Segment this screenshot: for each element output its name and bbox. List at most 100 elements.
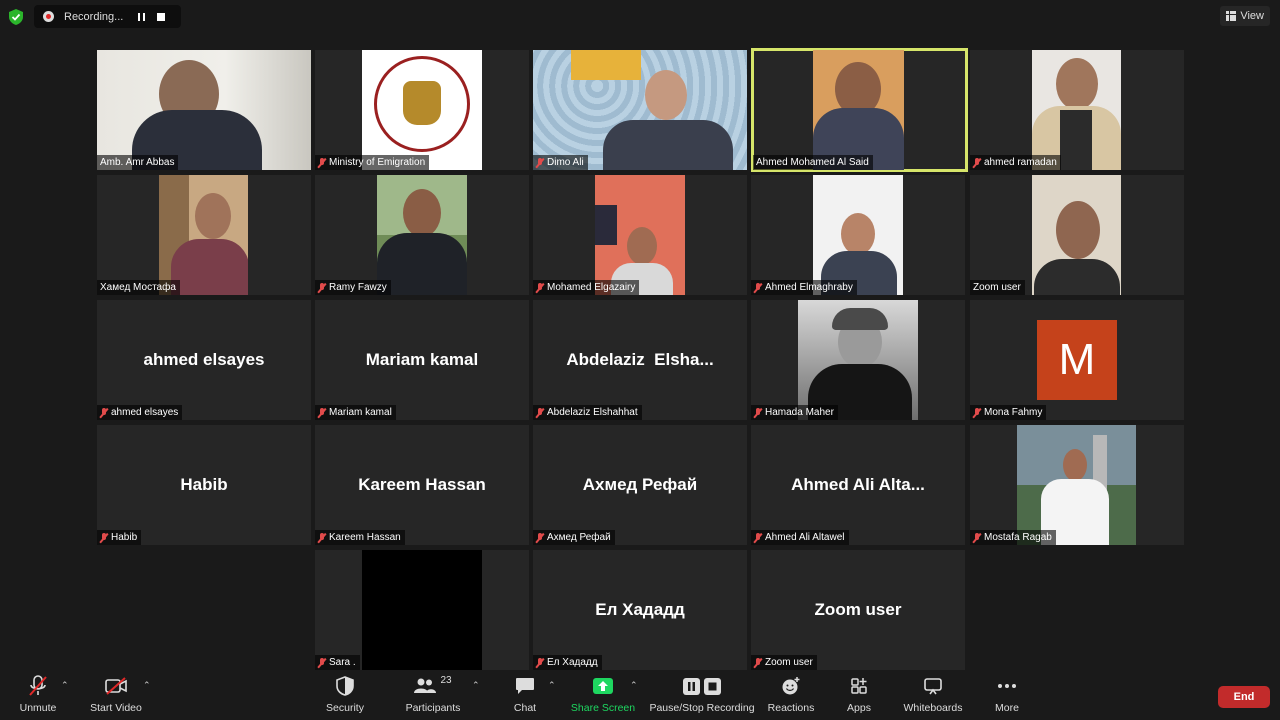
pause-icon <box>137 12 145 21</box>
video-tile[interactable]: Zoom user <box>970 175 1184 295</box>
video-tile[interactable]: Хамед Мостафа <box>97 175 311 295</box>
video-tile[interactable]: Mostafa Ragab <box>970 425 1184 545</box>
video-tile[interactable]: Ахмед Рефай Ахмед Рефай <box>533 425 747 545</box>
share-screen-icon <box>593 678 613 694</box>
video-tile[interactable]: Mohamed Elgazairy <box>533 175 747 295</box>
smiley-plus-icon <box>782 677 800 695</box>
video-tile[interactable]: Mariam kamal Mariam kamal <box>315 300 529 420</box>
video-tile[interactable]: ahmed ramadan <box>970 50 1184 170</box>
muted-mic-icon <box>973 157 981 168</box>
participant-name: Ahmed Ali Altawel <box>765 532 845 543</box>
participant-name-tag: Ministry of Emigration <box>315 155 430 170</box>
video-tile[interactable]: Ahmed Ali Alta... Ahmed Ali Altawel <box>751 425 965 545</box>
participant-name: Ministry of Emigration <box>329 157 426 168</box>
muted-mic-icon <box>536 407 544 418</box>
muted-mic-icon <box>536 282 544 293</box>
participant-name-tag: Zoom user <box>970 280 1025 295</box>
pause-recording-button[interactable] <box>134 10 148 24</box>
chat-label: Chat <box>513 702 537 714</box>
video-tile[interactable]: Zoom user Zoom user <box>751 550 965 670</box>
participant-name: Abdelaziz Elshahhat <box>547 407 638 418</box>
participant-name-tag: Ahmed Mohamed Al Said <box>753 155 873 170</box>
participant-name: Dimo Ali <box>547 157 584 168</box>
video-tile-active-speaker[interactable]: Ahmed Mohamed Al Said <box>751 48 968 172</box>
participants-options-caret[interactable]: ⌃ <box>472 680 480 691</box>
apps-button[interactable]: Apps <box>844 674 874 718</box>
video-tile[interactable]: Hamada Maher <box>751 300 965 420</box>
unmute-button[interactable]: Unmute <box>18 674 58 718</box>
chat-button[interactable]: Chat <box>510 674 540 718</box>
audio-options-caret[interactable]: ⌃ <box>61 680 69 691</box>
video-tile[interactable]: Habib Habib <box>97 425 311 545</box>
share-options-caret[interactable]: ⌃ <box>630 680 638 691</box>
participant-display-name: Abdelaziz Elsha... <box>566 350 714 369</box>
chat-bubble-icon <box>516 678 534 694</box>
share-screen-button[interactable]: Share Screen <box>570 674 636 718</box>
muted-mic-icon <box>973 407 981 418</box>
video-tile[interactable]: ahmed elsayes ahmed elsayes <box>97 300 311 420</box>
participant-name: Ahmed Elmaghraby <box>765 282 853 293</box>
participant-name: Hamada Maher <box>765 407 834 418</box>
participant-display-name: Ahmed Ali Alta... <box>791 475 925 494</box>
muted-mic-icon <box>318 407 326 418</box>
participant-name: Habib <box>111 532 138 543</box>
ministry-logo <box>374 56 470 152</box>
start-video-button[interactable]: Start Video <box>88 674 144 718</box>
muted-mic-icon <box>754 657 762 668</box>
stop-recording-button[interactable] <box>154 10 168 24</box>
pause-stop-recording-button[interactable]: Pause/Stop Recording <box>649 674 755 718</box>
share-screen-label: Share Screen <box>570 702 636 714</box>
video-tile[interactable]: M Mona Fahmy <box>970 300 1184 420</box>
participant-name: Zoom user <box>973 282 1021 293</box>
participant-name: Sara . <box>329 657 356 668</box>
view-button[interactable]: View <box>1220 6 1270 26</box>
participant-name-tag: Habib <box>97 530 142 545</box>
participant-name: Mona Fahmy <box>984 407 1043 418</box>
video-options-caret[interactable]: ⌃ <box>143 680 151 691</box>
participant-name: ahmed ramadan <box>984 157 1057 168</box>
security-button[interactable]: Security <box>325 674 365 718</box>
participant-name: Ramy Fawzy <box>329 282 387 293</box>
meeting-toolbar: Unmute ⌃ Start Video ⌃ Security 23 Parti… <box>0 670 1280 720</box>
shield-icon <box>336 676 354 696</box>
participant-name-tag: Zoom user <box>751 655 817 670</box>
participant-name-tag: Ramy Fawzy <box>315 280 391 295</box>
participants-button[interactable]: 23 Participants <box>404 674 462 718</box>
video-tile[interactable]: Amb. Amr Abbas <box>97 50 311 170</box>
start-video-label: Start Video <box>90 702 142 714</box>
reactions-label: Reactions <box>767 702 815 714</box>
participant-video <box>533 50 747 170</box>
participant-video <box>1032 50 1121 170</box>
video-tile[interactable]: Abdelaziz Elsha... Abdelaziz Elshahhat <box>533 300 747 420</box>
avatar: M <box>1037 320 1117 400</box>
apps-icon <box>851 678 867 694</box>
apps-label: Apps <box>847 702 871 714</box>
video-tile[interactable]: Ministry of Emigration <box>315 50 529 170</box>
end-meeting-button[interactable]: End <box>1218 686 1270 708</box>
video-tile[interactable]: Ahmed Elmaghraby <box>751 175 965 295</box>
participant-name-tag: Kareem Hassan <box>315 530 405 545</box>
video-tile[interactable]: Dimo Ali <box>533 50 747 170</box>
whiteboards-label: Whiteboards <box>903 702 963 714</box>
more-dots-icon <box>998 684 1016 688</box>
whiteboards-button[interactable]: Whiteboards <box>902 674 964 718</box>
stop-icon <box>157 12 165 21</box>
participant-video <box>813 175 903 295</box>
more-button[interactable]: More <box>992 674 1022 718</box>
chat-options-caret[interactable]: ⌃ <box>548 680 556 691</box>
participant-name: Mohamed Elgazairy <box>547 282 636 293</box>
participant-display-name: Zoom user <box>814 600 902 619</box>
participant-name-tag: Ахмед Рефай <box>533 530 615 545</box>
participant-name-tag: ahmed ramadan <box>970 155 1061 170</box>
reactions-button[interactable]: Reactions <box>768 674 814 718</box>
muted-mic-icon <box>536 657 544 668</box>
participant-video <box>362 50 482 170</box>
unmute-label: Unmute <box>19 702 57 714</box>
video-tile[interactable]: Ramy Fawzy <box>315 175 529 295</box>
video-tile[interactable]: Sara . <box>315 550 529 670</box>
participant-name-tag: Mohamed Elgazairy <box>533 280 640 295</box>
security-shield-icon[interactable] <box>9 9 23 25</box>
participant-name-tag: Ahmed Ali Altawel <box>751 530 849 545</box>
video-tile[interactable]: Kareem Hassan Kareem Hassan <box>315 425 529 545</box>
video-tile[interactable]: Ел Хададд Ел Хададд <box>533 550 747 670</box>
